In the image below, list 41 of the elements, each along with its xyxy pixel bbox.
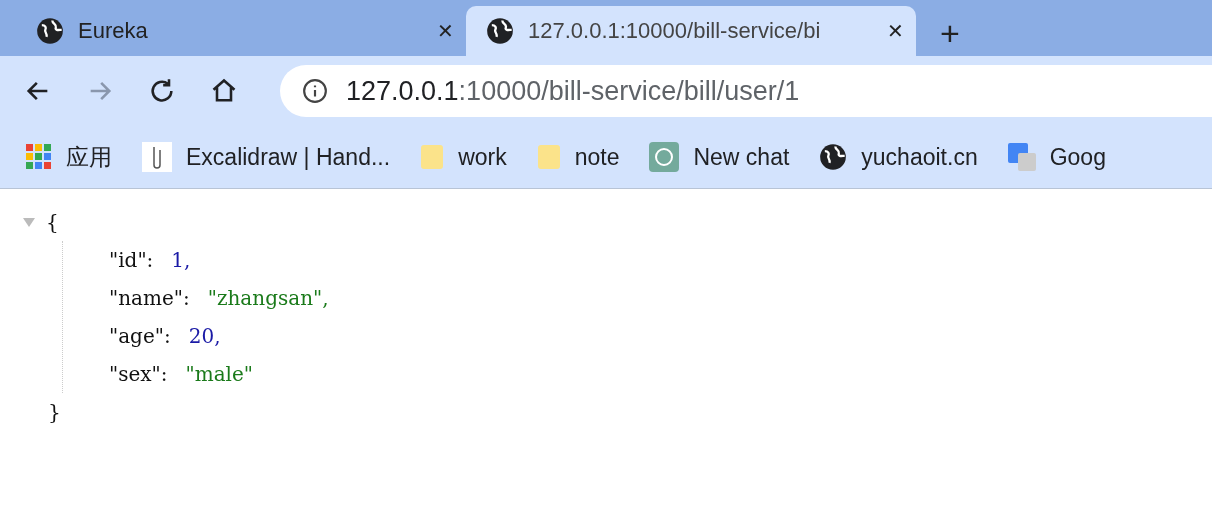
browser-tab[interactable]: 127.0.0.1:10000/bill-service/bi ✕ [466,6,916,56]
info-icon [302,78,328,104]
folder-icon [536,143,561,171]
json-value: 1, [171,248,191,272]
json-value: 20, [188,324,221,348]
bookmark-label: Excalidraw | Hand... [186,143,391,171]
bookmark[interactable]: yuchaoit.cn [819,143,978,171]
close-icon[interactable]: ✕ [887,19,904,43]
bookmark[interactable]: note [536,143,620,171]
chat-logo-icon [649,142,680,172]
globe-icon [486,17,514,45]
close-brace: } [48,400,61,424]
bookmark-label: yuchaoit.cn [861,143,978,171]
close-icon[interactable]: ✕ [437,19,454,43]
json-key: "name": [109,286,190,310]
open-brace: { [46,210,59,234]
bookmark-label: note [574,143,620,171]
json-key: "id": [109,248,154,272]
address-bar[interactable]: 127.0.0.1:10000/bill-service/bill/user/1 [280,65,1212,117]
new-tab-button[interactable]: + [940,16,960,50]
url-text: 127.0.0.1:10000/bill-service/bill/user/1 [346,75,800,107]
bookmark[interactable]: Goog [1007,143,1106,171]
bookmark-label: 应用 [66,142,112,172]
json-value: "male" [185,362,254,386]
bookmark-label: work [458,143,507,171]
bookmark-label: Goog [1049,143,1106,171]
paperclip-icon [142,142,172,172]
browser-tab[interactable]: Eureka ✕ [16,6,466,56]
translate-icon [1007,143,1036,171]
bookmark[interactable]: New chat [649,142,790,172]
globe-icon [819,143,848,171]
apps-grid-icon [26,144,52,170]
json-value: "zhangsan", [207,286,329,310]
json-key: "sex": [109,362,168,386]
bookmark-label: New chat [693,143,790,171]
bookmark[interactable]: Excalidraw | Hand... [142,142,391,172]
json-key: "age": [109,324,171,348]
bookmark[interactable]: 应用 [26,141,112,173]
globe-icon [36,17,64,45]
bookmark[interactable]: work [420,143,507,171]
folder-icon [420,143,445,171]
